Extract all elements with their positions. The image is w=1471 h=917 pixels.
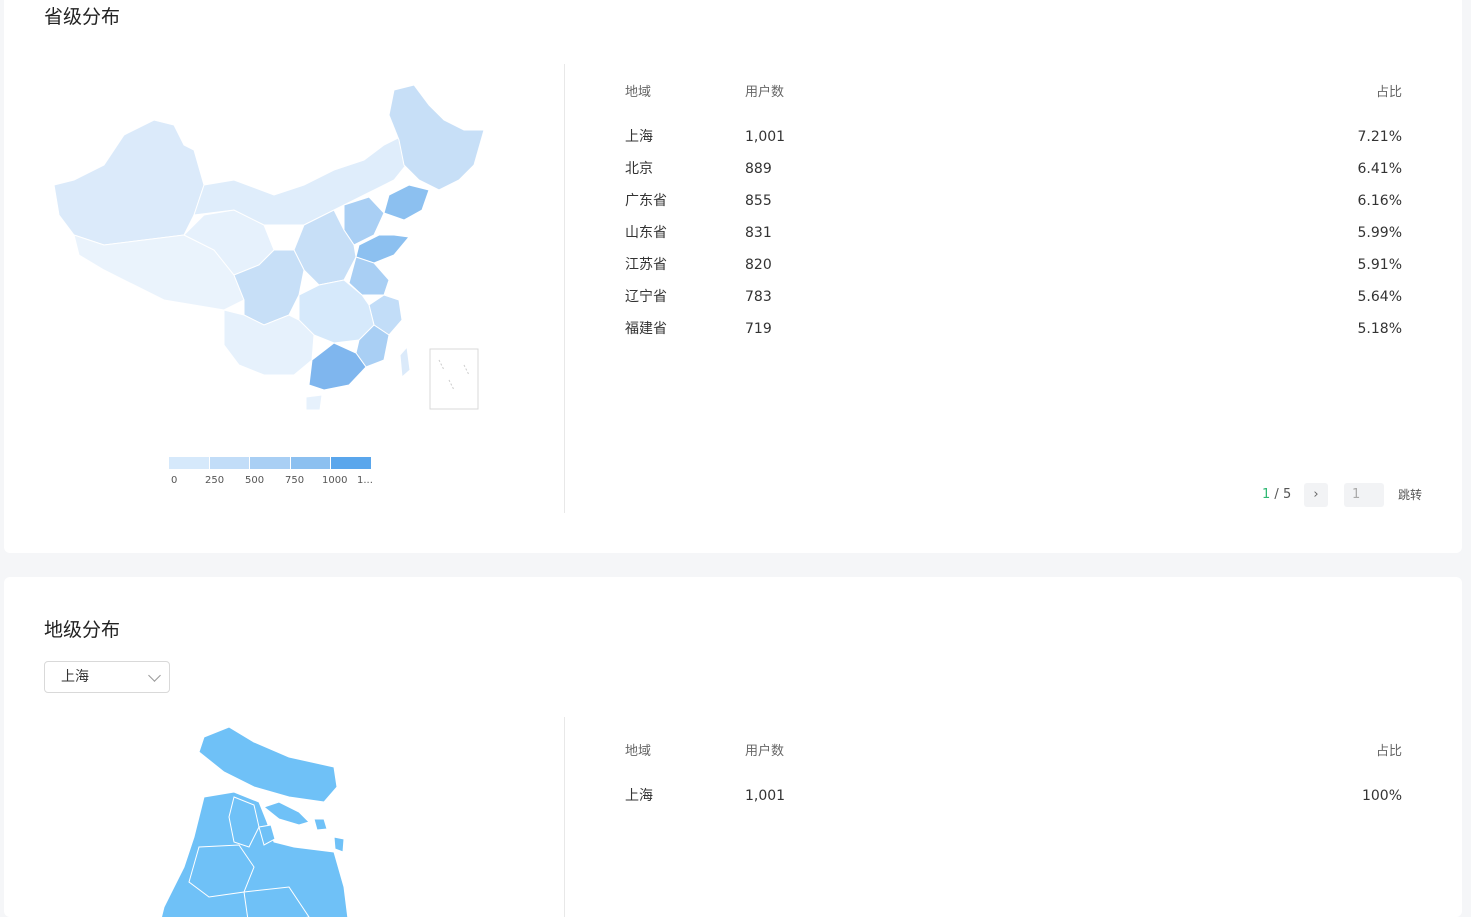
region-select-value: 上海 [61, 669, 89, 685]
cell-users: 831 [745, 225, 772, 241]
header-users: 用户数 [745, 744, 785, 759]
table-row[interactable]: 广东省 855 6.16% [625, 191, 1402, 223]
cell-region: 北京 [625, 161, 653, 177]
table-row[interactable]: 上海 1,001 100% [625, 786, 1402, 818]
south-china-sea-inset [429, 348, 479, 410]
map-region [388, 85, 485, 191]
city-table: 地域 用户数 占比 上海 1,001 100% [625, 742, 1402, 818]
table-row[interactable]: 上海 1,001 7.21% [625, 127, 1402, 159]
cell-region: 广东省 [625, 193, 667, 209]
legend-label: 1... [357, 475, 373, 486]
map-legend[interactable]: 0 250 500 750 1000 1... [169, 457, 373, 489]
province-distribution-card: 省级分布 0 250 500 750 1000 1... 地域 用户数 占比 上… [4, 0, 1462, 553]
page-jump-input[interactable]: 1 [1344, 483, 1384, 507]
total-pages: 5 [1282, 487, 1292, 502]
chevron-right-icon: › [1313, 487, 1319, 502]
legend-label: 250 [205, 475, 225, 486]
legend-color-bar [169, 457, 371, 469]
cell-users: 783 [745, 289, 772, 305]
chevron-down-icon [148, 669, 161, 682]
cell-users: 855 [745, 193, 772, 209]
legend-swatch [331, 457, 371, 469]
cell-users: 1,001 [745, 788, 786, 804]
divider [564, 64, 565, 513]
page-separator: / [1270, 487, 1283, 502]
province-table: 地域 用户数 占比 上海 1,001 7.21% 北京 889 6.41% 广东… [625, 83, 1402, 351]
map-region [333, 836, 345, 853]
legend-swatch [250, 457, 291, 469]
section-title: 地级分布 [44, 619, 121, 641]
page-indicator: 1 / 5 [1262, 483, 1291, 507]
header-ratio: 占比 [1375, 744, 1402, 759]
cell-ratio: 5.64% [1357, 289, 1402, 305]
map-region [313, 818, 328, 831]
legend-swatch [290, 457, 332, 469]
legend-swatch [169, 457, 210, 469]
map-region [383, 184, 430, 221]
cell-region: 江苏省 [625, 257, 667, 273]
legend-label: 1000 [322, 475, 348, 486]
table-row[interactable]: 江苏省 820 5.91% [625, 255, 1402, 287]
divider [564, 717, 565, 917]
shanghai-map[interactable] [159, 727, 359, 917]
cell-ratio: 5.99% [1357, 225, 1402, 241]
cell-region: 山东省 [625, 225, 667, 241]
cell-region: 辽宁省 [625, 289, 667, 305]
header-users: 用户数 [745, 85, 785, 100]
legend-label: 750 [285, 475, 305, 486]
cell-ratio: 100% [1361, 788, 1402, 804]
map-region [399, 345, 411, 379]
cell-users: 1,001 [745, 129, 786, 145]
china-map[interactable] [44, 85, 494, 425]
table-row[interactable]: 辽宁省 783 5.64% [625, 287, 1402, 319]
legend-label: 0 [171, 475, 178, 486]
cell-ratio: 6.16% [1357, 193, 1402, 209]
region-select[interactable]: 上海 [44, 661, 170, 693]
table-row[interactable]: 山东省 831 5.99% [625, 223, 1402, 255]
table-row[interactable]: 北京 889 6.41% [625, 159, 1402, 191]
table-header: 地域 用户数 占比 [625, 742, 1402, 786]
jump-button[interactable]: 跳转 [1398, 483, 1422, 507]
cell-ratio: 7.21% [1357, 129, 1402, 145]
cell-ratio: 6.41% [1357, 161, 1402, 177]
legend-swatch [209, 457, 251, 469]
cell-users: 889 [745, 161, 772, 177]
cell-ratio: 5.91% [1357, 257, 1402, 273]
map-region [305, 394, 323, 411]
map-region [198, 727, 338, 803]
map-region [188, 844, 255, 898]
map-region [262, 801, 310, 826]
map-region [53, 119, 205, 246]
next-page-button[interactable]: › [1304, 483, 1328, 507]
header-ratio: 占比 [1375, 85, 1402, 100]
section-title: 省级分布 [44, 6, 121, 28]
cell-ratio: 5.18% [1357, 321, 1402, 337]
cell-region: 上海 [625, 788, 653, 804]
cell-region: 上海 [625, 129, 653, 145]
header-region: 地域 [625, 85, 652, 100]
table-header: 地域 用户数 占比 [625, 83, 1402, 127]
legend-labels: 0 250 500 750 1000 1... [169, 475, 373, 489]
legend-label: 500 [245, 475, 265, 486]
cell-users: 820 [745, 257, 772, 273]
table-row[interactable]: 福建省 719 5.18% [625, 319, 1402, 351]
header-region: 地域 [625, 744, 652, 759]
cell-region: 福建省 [625, 321, 667, 337]
city-distribution-card: 地级分布 上海 地域 用户数 占比 上海 1,001 100% [4, 577, 1462, 917]
cell-users: 719 [745, 321, 772, 337]
